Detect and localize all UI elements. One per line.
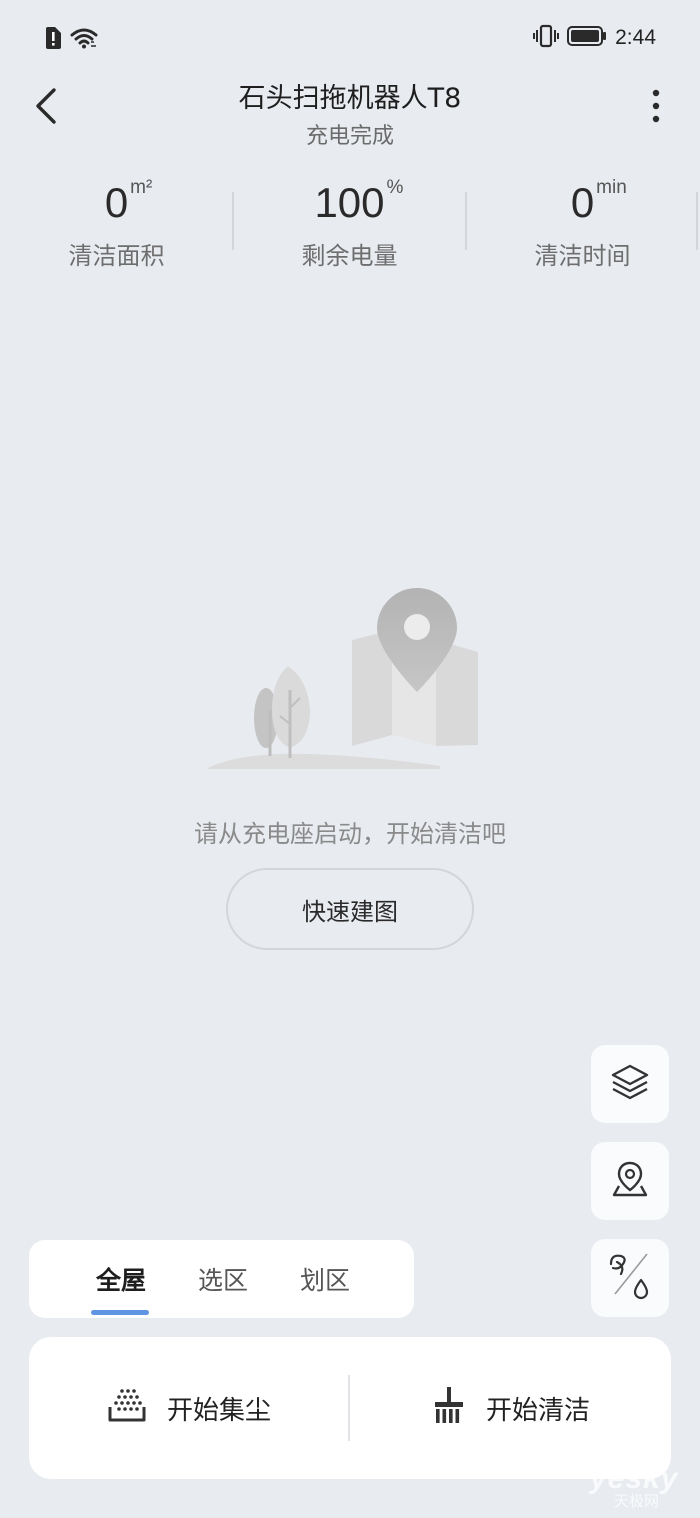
more-vertical-icon <box>652 89 660 127</box>
app-header: 石头扫拖机器人T8 充电完成 <box>0 74 700 154</box>
dust-collect-icon <box>107 1387 147 1430</box>
watermark-logo: yesky 天极网 <box>590 1462 678 1510</box>
stats-row: 0 m² 清洁面积 100% 剩余电量 0 min 清洁时间 <box>0 176 700 276</box>
stat-label: 清洁面积 <box>68 242 165 270</box>
tab-whole-home[interactable]: 全屋 <box>71 1240 171 1318</box>
stat-unit: min <box>596 177 627 198</box>
clean-mode-tabs: 全屋 选区 划区 <box>29 1240 414 1318</box>
status-time: 2:44 <box>615 26 656 49</box>
more-options-button[interactable] <box>642 86 670 130</box>
device-status: 充电完成 <box>305 124 394 149</box>
stat-value: 0 <box>104 179 129 226</box>
tab-draw-zone[interactable]: 划区 <box>275 1240 375 1318</box>
start-dust-collect-button[interactable]: 开始集尘 <box>29 1337 349 1479</box>
status-bar: 2:44 <box>0 0 700 80</box>
locate-robot-button[interactable] <box>591 1142 669 1220</box>
quick-map-label: 快速建图 <box>302 897 398 926</box>
layers-icon <box>610 1062 650 1106</box>
tab-label: 全屋 <box>95 1266 146 1295</box>
quick-map-button[interactable]: 快速建图 <box>226 868 474 950</box>
tab-label: 选区 <box>197 1266 248 1295</box>
broom-icon <box>432 1385 466 1432</box>
action-divider <box>348 1375 350 1441</box>
start-clean-button[interactable]: 开始清洁 <box>351 1337 671 1479</box>
stat-value: 100 <box>314 179 385 226</box>
location-pin-icon <box>610 1159 650 1203</box>
battery-icon <box>567 25 607 51</box>
stat-unit: % <box>386 177 404 198</box>
stat-value: 0 <box>570 179 595 226</box>
stat-label: 清洁时间 <box>534 242 631 270</box>
active-tab-indicator <box>91 1310 149 1315</box>
action-bar: 开始集尘 开始清洁 <box>29 1337 671 1479</box>
stat-label: 剩余电量 <box>301 242 398 270</box>
vibrate-icon <box>533 24 560 52</box>
wifi-icon <box>70 26 98 54</box>
tab-label: 划区 <box>299 1266 350 1295</box>
stat-clean-time: 0 min 清洁时间 <box>466 176 699 271</box>
suction-water-button[interactable] <box>591 1239 669 1317</box>
stat-clean-area: 0 m² 清洁面积 <box>0 176 233 271</box>
page-title: 石头扫拖机器人T8 <box>238 83 462 114</box>
map-layers-button[interactable] <box>591 1045 669 1123</box>
start-dust-collect-label: 开始集尘 <box>166 1395 271 1426</box>
watermark-sub: 天极网 <box>614 1493 660 1510</box>
start-clean-label: 开始清洁 <box>485 1395 590 1426</box>
empty-map-illustration <box>200 580 490 780</box>
sim-alert-icon <box>44 26 62 54</box>
fan-water-icon <box>603 1248 657 1308</box>
stat-divider <box>696 192 698 250</box>
stat-unit: m² <box>130 177 153 198</box>
stat-battery: 100% 剩余电量 <box>233 176 466 271</box>
empty-state-message: 请从充电座启动，开始清洁吧 <box>194 820 506 848</box>
tab-select-room[interactable]: 选区 <box>173 1240 273 1318</box>
